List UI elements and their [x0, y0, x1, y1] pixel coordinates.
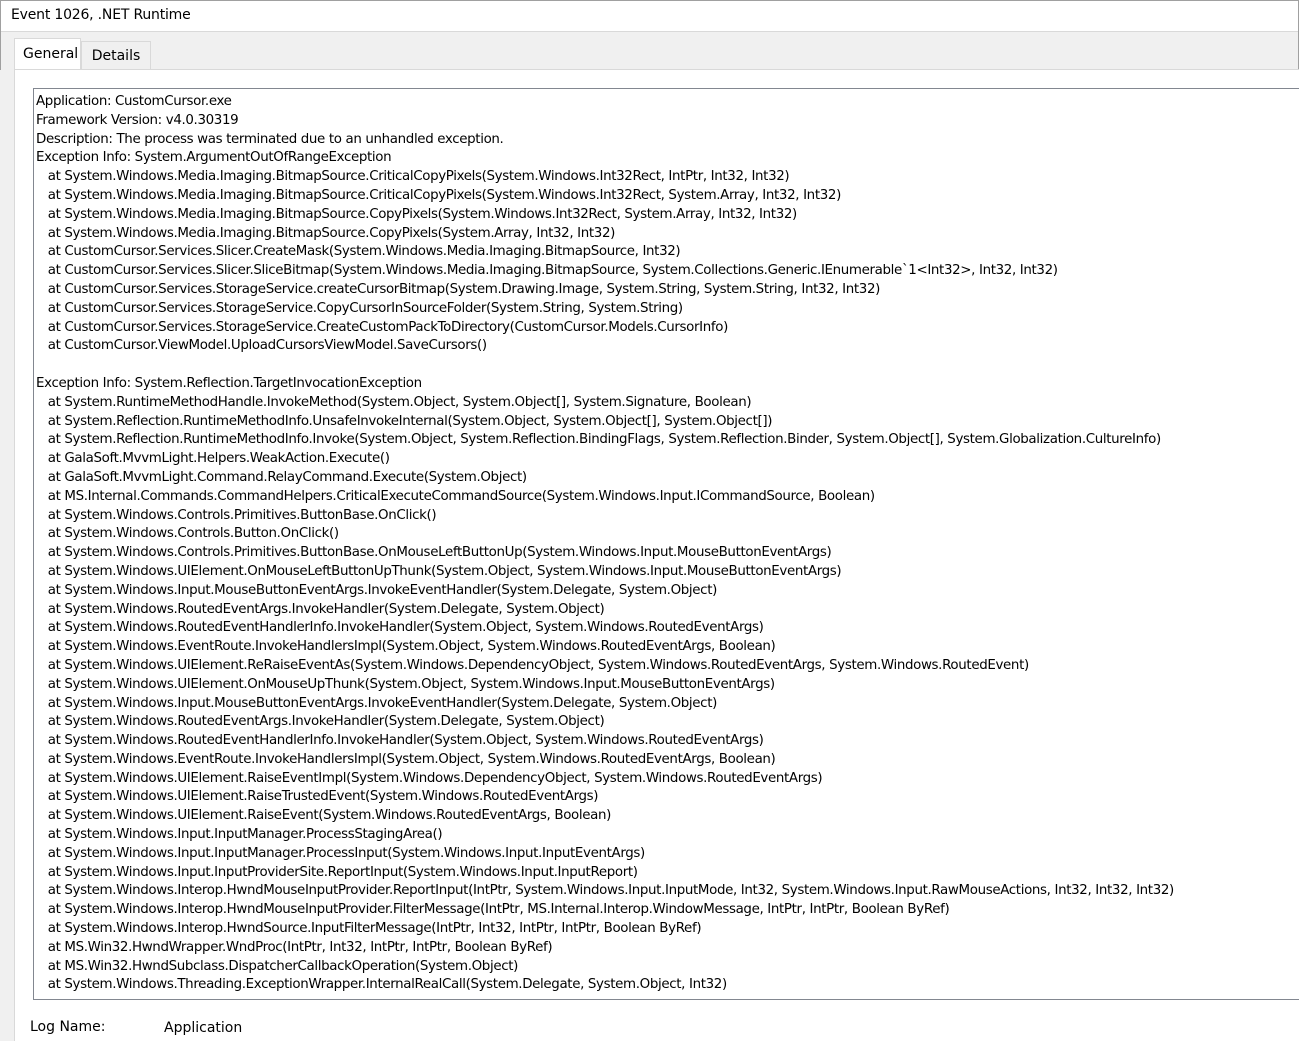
description-line: at System.Reflection.RuntimeMethodInfo.I… — [36, 432, 1161, 448]
description-line: at System.Windows.Input.MouseButtonEvent… — [36, 582, 718, 598]
description-line: at System.Windows.Input.MouseButtonEvent… — [36, 695, 718, 711]
description-line: at System.Windows.Interop.HwndMouseInput… — [36, 883, 1175, 899]
description-line: at System.Windows.EventRoute.InvokeHandl… — [36, 639, 776, 655]
description-line: at MS.Internal.Commands.CommandHelpers.C… — [36, 488, 875, 504]
log-name-value: Application — [164, 1020, 243, 1036]
description-line: at System.Windows.Media.Imaging.BitmapSo… — [36, 225, 616, 241]
description-line: at System.Windows.RoutedEventHandlerInfo… — [36, 733, 764, 749]
description-line: at CustomCursor.Services.StorageService.… — [36, 300, 683, 316]
description-line: at GalaSoft.MvvmLight.Command.RelayComma… — [36, 469, 527, 485]
left-margin — [0, 70, 14, 1040]
description-line: at GalaSoft.MvvmLight.Helpers.WeakAction… — [36, 451, 390, 467]
tab-details[interactable]: Details — [81, 41, 151, 69]
description-line: at System.Reflection.RuntimeMethodInfo.U… — [36, 413, 773, 429]
description-line: at System.Windows.RoutedEventArgs.Invoke… — [36, 714, 605, 730]
description-line: at System.Windows.EventRoute.InvokeHandl… — [36, 751, 776, 767]
description-line: at System.Windows.Interop.HwndMouseInput… — [36, 902, 950, 918]
description-line: at System.Windows.Controls.Primitives.Bu… — [36, 545, 832, 561]
event-description-text: Application: CustomCursor.exe Framework … — [34, 89, 1299, 999]
description-line: Exception Info: System.Reflection.Target… — [36, 375, 422, 391]
description-line: at System.Windows.UIElement.OnMouseUpThu… — [36, 676, 775, 692]
description-line: at System.Windows.Controls.Primitives.Bu… — [36, 507, 437, 523]
tab-general[interactable]: General — [14, 38, 81, 69]
description-line: at System.RuntimeMethodHandle.InvokeMeth… — [36, 394, 752, 410]
description-line: at System.Windows.UIElement.RaiseTrusted… — [36, 789, 599, 805]
description-line: at System.Windows.RoutedEventHandlerInfo… — [36, 620, 764, 636]
description-line: at MS.Win32.HwndWrapper.WndProc(IntPtr, … — [36, 939, 553, 955]
description-line: at System.Windows.Media.Imaging.BitmapSo… — [36, 206, 798, 222]
description-line: at System.Windows.UIElement.ReRaiseEvent… — [36, 657, 1029, 673]
description-line: at System.Windows.Media.Imaging.BitmapSo… — [36, 187, 842, 203]
description-line: at System.Windows.RoutedEventArgs.Invoke… — [36, 601, 605, 617]
window-title: Event 1026, .NET Runtime — [11, 7, 191, 23]
description-line: Application: CustomCursor.exe — [36, 94, 232, 109]
description-line: at CustomCursor.Services.StorageService.… — [36, 281, 881, 297]
description-line: at System.Windows.Controls.Button.OnClic… — [36, 526, 339, 542]
description-line: at MS.Win32.HwndSubclass.DispatcherCallb… — [36, 958, 519, 974]
description-line: Framework Version: v4.0.30319 — [36, 112, 239, 128]
description-line: Exception Info: System.ArgumentOutOfRang… — [36, 150, 392, 166]
description-line: at CustomCursor.ViewModel.UploadCursorsV… — [36, 338, 487, 354]
description-line: at System.Windows.Interop.HwndSource.Inp… — [36, 921, 702, 937]
description-line: at System.Windows.UIElement.RaiseEvent(S… — [36, 808, 612, 824]
event-description-textbox[interactable]: Application: CustomCursor.exe Framework … — [33, 88, 1299, 1000]
description-line: at System.Windows.Input.InputProviderSit… — [36, 864, 638, 880]
log-name-label: Log Name: — [30, 1019, 106, 1035]
title-bar: Event 1026, .NET Runtime — [1, 1, 1298, 32]
description-line: at System.Windows.Input.InputManager.Pro… — [36, 845, 646, 861]
description-line: at CustomCursor.Services.Slicer.CreateMa… — [36, 244, 681, 260]
description-line: at System.Windows.UIElement.OnMouseLeftB… — [36, 563, 842, 579]
description-line: at System.Windows.Input.InputManager.Pro… — [36, 827, 443, 843]
description-line: Description: The process was terminated … — [36, 131, 504, 147]
description-line: at System.Windows.Media.Imaging.BitmapSo… — [36, 169, 790, 185]
description-line: at CustomCursor.Services.Slicer.SliceBit… — [36, 263, 1058, 279]
description-line: at System.Windows.UIElement.RaiseEventIm… — [36, 770, 823, 786]
description-line: at System.Windows.Threading.ExceptionWra… — [36, 977, 727, 993]
description-line: at CustomCursor.Services.StorageService.… — [36, 319, 729, 335]
